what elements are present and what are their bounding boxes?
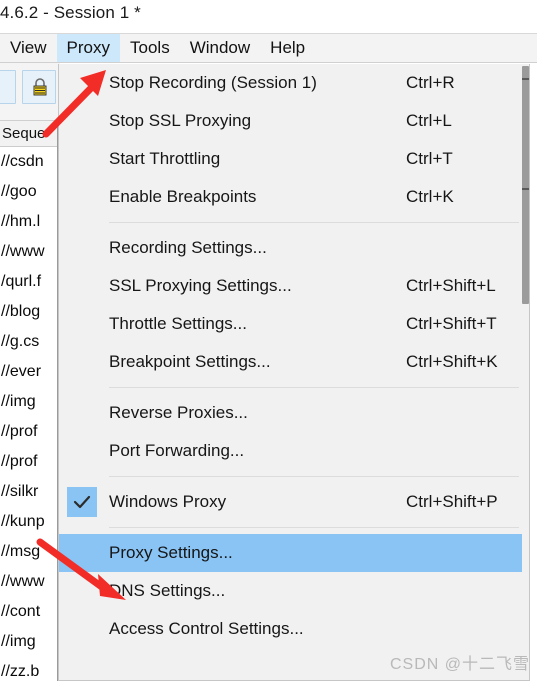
menu-bar: View Proxy Tools Window Help <box>0 33 537 63</box>
list-item[interactable]: //prof <box>0 447 57 477</box>
menu-item-start-throttling[interactable]: Start Throttling Ctrl+T <box>59 140 529 178</box>
menubar-item-label: Help <box>270 38 306 57</box>
list-item[interactable]: //msg <box>0 537 57 567</box>
menu-item-throttle-settings[interactable]: Throttle Settings... Ctrl+Shift+T <box>59 305 529 343</box>
menu-item-label: Throttle Settings... <box>109 314 247 333</box>
menu-item-shortcut: Ctrl+Shift+L <box>406 276 496 295</box>
list-item[interactable]: //csdn <box>0 147 57 177</box>
menu-item-dns-settings[interactable]: DNS Settings... <box>59 572 529 610</box>
list-item[interactable]: //ever <box>0 357 57 387</box>
url-list[interactable]: //csdn//goo//hm.l//www/qurl.f//blog//g.c… <box>0 147 57 681</box>
menubar-item-help[interactable]: Help <box>260 34 315 62</box>
menu-item-label: Stop Recording (Session 1) <box>109 73 317 92</box>
menu-item-proxy-settings[interactable]: Proxy Settings... <box>59 534 529 572</box>
menu-item-access-control-settings[interactable]: Access Control Settings... <box>59 610 529 648</box>
menu-item-label: Breakpoint Settings... <box>109 352 271 371</box>
menubar-item-view[interactable]: View <box>0 34 57 62</box>
menu-item-shortcut: Ctrl+Shift+P <box>406 492 498 511</box>
menubar-item-window[interactable]: Window <box>180 34 260 62</box>
list-item[interactable]: //silkr <box>0 477 57 507</box>
menu-item-stop-recording-session-1[interactable]: Stop Recording (Session 1) Ctrl+R <box>59 64 529 102</box>
window-title: 4.6.2 - Session 1 * <box>0 3 141 22</box>
menu-separator <box>109 476 519 477</box>
list-item[interactable]: //goo <box>0 177 57 207</box>
list-item[interactable]: //prof <box>0 417 57 447</box>
toolbar-button-partial[interactable] <box>0 70 16 104</box>
list-item[interactable]: //blog <box>0 297 57 327</box>
menubar-item-proxy[interactable]: Proxy <box>56 34 121 62</box>
csdn-watermark: CSDN @十二飞雪 <box>390 656 531 673</box>
proxy-menu-items[interactable]: Stop Recording (Session 1) Ctrl+R Stop SSL… <box>59 64 529 648</box>
menubar-item-label: View <box>10 38 47 57</box>
menu-item-shortcut: Ctrl+Shift+T <box>406 314 497 333</box>
lock-icon <box>33 78 47 96</box>
menu-item-label: Proxy Settings... <box>109 543 233 562</box>
menu-item-stop-ssl-proxying[interactable]: Stop SSL Proxying Ctrl+L <box>59 102 529 140</box>
menu-item-label: Reverse Proxies... <box>109 403 248 422</box>
menubar-item-tools[interactable]: Tools <box>120 34 180 62</box>
list-item[interactable]: //cont <box>0 597 57 627</box>
menubar-item-label: Window <box>189 38 251 57</box>
menu-item-shortcut: Ctrl+T <box>406 149 453 168</box>
window-title-bar: 4.6.2 - Session 1 * <box>0 0 537 33</box>
menu-scrollbar[interactable] <box>522 64 529 680</box>
menu-item-reverse-proxies[interactable]: Reverse Proxies... <box>59 394 529 432</box>
list-item[interactable]: //www <box>0 237 57 267</box>
scrollbar-tick <box>522 188 529 190</box>
checkmark-icon <box>67 487 97 517</box>
menu-item-recording-settings[interactable]: Recording Settings... <box>59 229 529 267</box>
scrollbar-tick <box>522 78 529 80</box>
list-item[interactable]: /qurl.f <box>0 267 57 297</box>
menu-item-breakpoint-settings[interactable]: Breakpoint Settings... Ctrl+Shift+K <box>59 343 529 381</box>
toolbar <box>0 63 60 121</box>
menu-item-label: Windows Proxy <box>109 492 227 511</box>
menu-item-label: Access Control Settings... <box>109 619 304 638</box>
list-item[interactable]: //img <box>0 627 57 657</box>
menubar-item-label: Proxy <box>66 38 111 57</box>
menu-item-label: Stop SSL Proxying <box>109 111 252 130</box>
menu-item-shortcut: Ctrl+L <box>406 111 452 130</box>
menu-item-label: DNS Settings... <box>109 581 226 600</box>
list-item[interactable]: //hm.l <box>0 207 57 237</box>
menu-item-ssl-proxying-settings[interactable]: SSL Proxying Settings... Ctrl+Shift+L <box>59 267 529 305</box>
session-list-panel[interactable]: Seque //csdn//goo//hm.l//www/qurl.f//blo… <box>0 121 58 681</box>
menu-item-label: Enable Breakpoints <box>109 187 257 206</box>
list-item[interactable]: //g.cs <box>0 327 57 357</box>
menu-item-label: Port Forwarding... <box>109 441 245 460</box>
list-item[interactable]: //zz.b <box>0 657 57 681</box>
toolbar-button-ssl-proxying[interactable] <box>22 70 56 104</box>
menu-item-label: Recording Settings... <box>109 238 267 257</box>
list-item[interactable]: //www <box>0 567 57 597</box>
menu-item-label: SSL Proxying Settings... <box>109 276 292 295</box>
menu-separator <box>109 527 519 528</box>
menu-item-windows-proxy[interactable]: Windows Proxy Ctrl+Shift+P <box>59 483 529 521</box>
list-item[interactable]: //img <box>0 387 57 417</box>
menu-item-shortcut: Ctrl+R <box>406 73 455 92</box>
menu-item-shortcut: Ctrl+K <box>406 187 454 206</box>
menu-item-enable-breakpoints[interactable]: Enable Breakpoints Ctrl+K <box>59 178 529 216</box>
column-header-sequence[interactable]: Seque <box>0 121 57 147</box>
menu-item-port-forwarding[interactable]: Port Forwarding... <box>59 432 529 470</box>
list-item[interactable]: //kunp <box>0 507 57 537</box>
proxy-dropdown-menu[interactable]: Stop Recording (Session 1) Ctrl+R Stop SSL… <box>58 64 530 681</box>
menu-separator <box>109 387 519 388</box>
menu-scrollbar-thumb[interactable] <box>522 66 529 304</box>
menubar-item-label: Tools <box>130 38 170 57</box>
menu-item-shortcut: Ctrl+Shift+K <box>406 352 498 371</box>
menu-separator <box>109 222 519 223</box>
menu-item-label: Start Throttling <box>109 149 221 168</box>
